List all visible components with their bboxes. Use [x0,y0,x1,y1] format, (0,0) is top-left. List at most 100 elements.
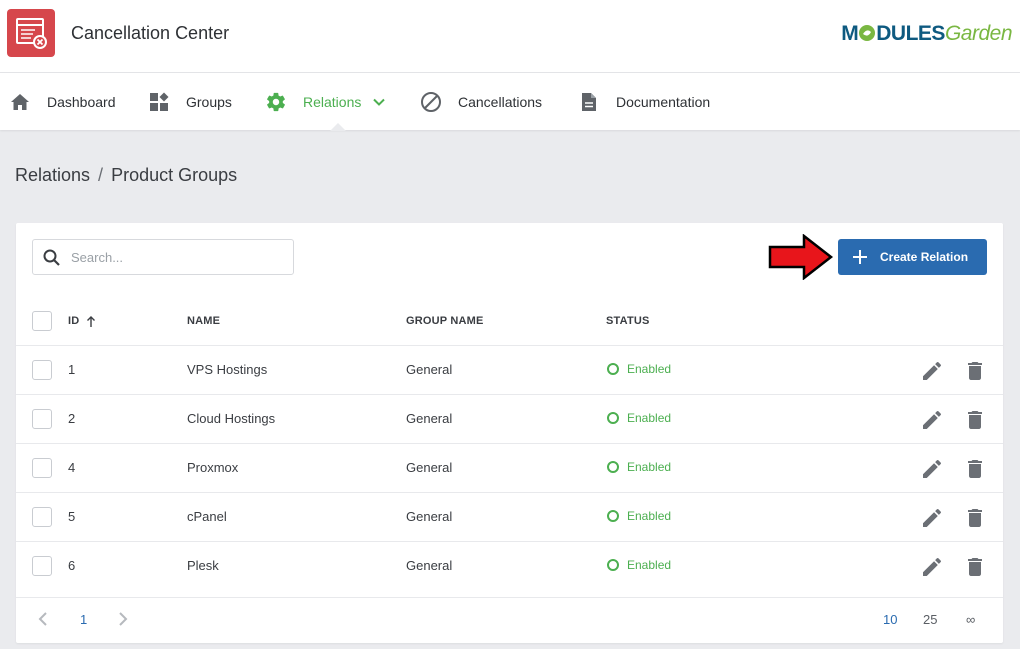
trash-icon [968,411,982,429]
active-nav-indicator [330,123,346,131]
table-header: ID NAME GROUP NAME STATUS [16,298,1003,346]
delete-button[interactable] [963,555,987,584]
red-arrow-icon [768,234,834,280]
nav-item-relations[interactable]: Relations [265,73,386,130]
search-input[interactable] [71,240,286,274]
nav-item-groups[interactable]: Groups [148,73,232,130]
edit-button[interactable] [920,555,944,584]
column-header-id[interactable]: ID [68,315,96,327]
page-size-option[interactable]: 25 [923,612,937,627]
delete-button[interactable] [963,506,987,535]
row-checkbox[interactable] [32,360,52,380]
document-icon [578,91,600,113]
table-row: 2 Cloud Hostings General Enabled [16,395,1003,444]
sort-ascending-icon [87,315,96,327]
row-name: cPanel [187,509,227,524]
row-group-name: General [406,362,453,377]
status-circle-icon [607,363,619,375]
cancellation-logo-icon [16,18,47,49]
widgets-icon [148,91,170,113]
nav-item-documentation[interactable]: Documentation [578,73,710,130]
page-size-option[interactable]: 10 [883,612,897,627]
pencil-icon [923,459,942,478]
home-icon [9,91,31,113]
nav-label: Cancellations [458,93,543,110]
pencil-icon [923,557,942,576]
relations-panel: Create Relation ID NAME GROUP NAME STATU… [16,223,1003,643]
chevron-down-icon [373,98,386,106]
search-box [32,239,294,275]
pencil-icon [923,410,942,429]
app-title: Cancellation Center [71,23,230,43]
nav-label: Documentation [616,93,711,110]
breadcrumb-separator: / [98,165,104,185]
brand-o-icon [859,25,876,41]
modulesgarden-logo: M DULESGarden [841,22,1012,45]
column-header-status[interactable]: STATUS [606,315,650,327]
gear-icon [265,91,287,113]
trash-icon [968,362,982,380]
nav-item-dashboard[interactable]: Dashboard [9,73,116,130]
table-row: 1 VPS Hostings General Enabled [16,346,1003,395]
breadcrumb-parent[interactable]: Relations [15,165,90,185]
row-checkbox[interactable] [32,458,52,478]
chevron-right-icon [119,612,128,626]
page-size-option[interactable]: ∞ [966,612,975,627]
status-circle-icon [607,412,619,424]
row-name: VPS Hostings [187,362,268,377]
row-id: 4 [68,460,76,475]
nav-label: Relations [303,93,362,110]
pagination: 1 10 25 ∞ [16,597,1003,643]
create-relation-button[interactable]: Create Relation [838,239,987,275]
prev-page-button[interactable] [38,612,48,629]
breadcrumb: Relations / Product Groups [15,165,237,186]
chevron-left-icon [38,612,47,626]
app-logo [7,9,55,57]
trash-icon [968,460,982,478]
row-id: 5 [68,509,76,524]
status-badge: Enabled [607,558,671,572]
table-row: 6 Plesk General Enabled [16,542,1003,591]
table-row: 5 cPanel General Enabled [16,493,1003,542]
plus-icon [852,249,868,265]
row-checkbox[interactable] [32,409,52,429]
status-badge: Enabled [607,509,671,523]
row-id: 1 [68,362,76,377]
pencil-icon [923,361,942,380]
main-nav: Dashboard Groups Relations Cancellations… [0,73,1020,131]
row-id: 6 [68,558,76,573]
status-badge: Enabled [607,460,671,474]
row-group-name: General [406,411,453,426]
row-checkbox[interactable] [32,507,52,527]
delete-button[interactable] [963,359,987,388]
app-header: Cancellation Center M DULESGarden [0,0,1020,73]
row-checkbox[interactable] [32,556,52,576]
status-badge: Enabled [607,411,671,425]
edit-button[interactable] [920,359,944,388]
delete-button[interactable] [963,457,987,486]
breadcrumb-current: Product Groups [111,165,238,185]
page-number[interactable]: 1 [80,612,87,627]
pencil-icon [923,508,942,527]
edit-button[interactable] [920,457,944,486]
trash-icon [968,558,982,576]
delete-button[interactable] [963,408,987,437]
create-relation-label: Create Relation [880,250,969,264]
edit-button[interactable] [920,408,944,437]
row-id: 2 [68,411,76,426]
row-name: Plesk [187,558,219,573]
row-group-name: General [406,558,453,573]
status-circle-icon [607,461,619,473]
select-all-checkbox[interactable] [32,311,52,331]
next-page-button[interactable] [118,612,128,629]
row-name: Cloud Hostings [187,411,276,426]
status-circle-icon [607,510,619,522]
trash-icon [968,509,982,527]
column-header-name[interactable]: NAME [187,315,220,327]
search-icon [42,248,62,273]
nav-item-cancellations[interactable]: Cancellations [420,73,542,130]
status-badge: Enabled [607,362,671,376]
row-name: Proxmox [187,460,239,475]
edit-button[interactable] [920,506,944,535]
column-header-group-name[interactable]: GROUP NAME [406,315,484,327]
